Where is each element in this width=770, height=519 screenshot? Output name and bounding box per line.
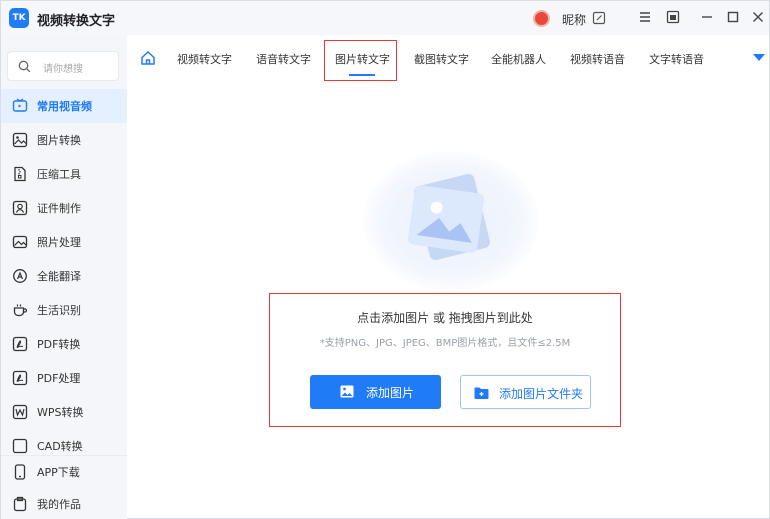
tab-video-to-audio[interactable]: 视频转语音	[570, 51, 625, 67]
sidebar-item-translate[interactable]: 全能翻译	[1, 259, 127, 293]
sidebar-item-wps-convert[interactable]: WPS转换	[1, 395, 127, 429]
sidebar-item-image-convert[interactable]: 图片转换	[1, 123, 127, 157]
search-icon	[18, 60, 31, 73]
image-icon	[340, 385, 354, 398]
sidebar-item-pdf-convert[interactable]: PDF转换	[1, 327, 127, 361]
sidebar-item-label: 图片转换	[37, 134, 81, 147]
sidebar-item-label: CAD转换	[37, 440, 83, 453]
sidebar-item-label: PDF处理	[37, 372, 81, 385]
works-icon	[13, 496, 27, 512]
sidebar-item-label: WPS转换	[37, 406, 84, 419]
add-folder-button[interactable]: 添加图片文件夹	[460, 375, 591, 409]
menu-icon[interactable]	[637, 9, 653, 25]
wps-icon	[12, 404, 28, 420]
sidebar-item-label: 常用视音频	[37, 100, 92, 113]
title-bar: TK 视频转换文字 昵称	[1, 1, 769, 35]
sidebar-item-life-recognize[interactable]: 生活识别	[1, 293, 127, 327]
tab-text-to-speech[interactable]: 文字转语音	[649, 51, 704, 67]
sidebar-item-id-photo[interactable]: 证件制作	[1, 191, 127, 225]
add-image-label: 添加图片	[366, 386, 415, 400]
sidebar-item-label: 照片处理	[37, 236, 81, 249]
phone-icon	[14, 464, 26, 480]
pdf-convert-icon	[12, 336, 28, 352]
sidebar-item-label: 全能翻译	[37, 270, 81, 283]
translate-icon	[13, 269, 27, 283]
tab-audio-to-text[interactable]: 语音转文字	[256, 51, 311, 67]
folder-icon	[474, 387, 489, 399]
drop-title: 点击添加图片 或 拖拽图片到此处	[357, 311, 533, 325]
tabs-more-icon[interactable]	[753, 54, 765, 61]
add-folder-label: 添加图片文件夹	[499, 387, 584, 401]
sidebar-item-compress[interactable]: 压缩工具	[1, 157, 127, 191]
sidebar: 请你想搜 常用视音频 图片转换 压缩工具 证件制作 照片处理 全能翻译 生活识别…	[1, 35, 127, 519]
cad-icon	[12, 438, 28, 454]
sidebar-item-common-av[interactable]: 常用视音频	[1, 89, 127, 123]
sidebar-item-label: 我的作品	[37, 498, 81, 511]
cup-icon	[13, 304, 28, 317]
sidebar-item-my-works[interactable]: 我的作品	[1, 488, 127, 519]
avatar[interactable]	[533, 10, 550, 27]
image-convert-icon	[12, 132, 28, 148]
edit-icon[interactable]	[592, 11, 606, 25]
tab-video-to-text[interactable]: 视频转文字	[177, 51, 232, 67]
search-input[interactable]: 请你想搜	[7, 51, 119, 81]
app-title: 视频转换文字	[37, 14, 116, 29]
search-placeholder: 请你想搜	[43, 64, 83, 75]
sidebar-item-label: APP下载	[37, 466, 80, 479]
sidebar-item-label: 生活识别	[37, 304, 81, 317]
tab-bar: 视频转文字 语音转文字 图片转文字 截图转文字 全能机器人 视频转语音 文字转语…	[127, 35, 769, 81]
pdf-process-icon	[12, 370, 28, 386]
sidebar-item-label: PDF转换	[37, 338, 81, 351]
tab-highlight-box	[324, 40, 397, 81]
photo-icon	[12, 235, 28, 249]
home-icon[interactable]	[140, 50, 156, 66]
sidebar-item-label: 证件制作	[37, 202, 81, 215]
tab-all-robot[interactable]: 全能机器人	[491, 51, 546, 67]
id-card-icon	[12, 200, 28, 216]
maximize-icon[interactable]	[725, 9, 741, 25]
sidebar-item-pdf-process[interactable]: PDF处理	[1, 361, 127, 395]
tab-screenshot-to-text[interactable]: 截图转文字	[414, 51, 469, 67]
compress-icon	[14, 166, 26, 182]
minimize-icon[interactable]	[699, 9, 715, 25]
close-icon[interactable]	[750, 9, 766, 25]
app-logo-icon: TK	[9, 8, 29, 28]
nickname[interactable]: 昵称	[562, 11, 586, 28]
drop-hint: *支持PNG、JPG、JPEG、BMP图片格式，且文件≤2.5M	[319, 338, 571, 349]
sidebar-item-photo-process[interactable]: 照片处理	[1, 225, 127, 259]
sidebar-item-label: 压缩工具	[37, 168, 81, 181]
app-window: TK 视频转换文字 昵称 请你想搜 常用视音频 图片转换 压缩工具 证件制作 照…	[0, 0, 770, 519]
tv-icon	[12, 98, 28, 112]
add-image-button[interactable]: 添加图片	[310, 375, 441, 409]
skin-icon[interactable]	[665, 9, 681, 25]
upload-drop-zone[interactable]: 点击添加图片 或 拖拽图片到此处 *支持PNG、JPG、JPEG、BMP图片格式…	[269, 293, 621, 427]
sidebar-footer: APP下载 我的作品	[1, 455, 127, 519]
sidebar-item-app-download[interactable]: APP下载	[1, 456, 127, 488]
picture-icon	[407, 185, 485, 253]
